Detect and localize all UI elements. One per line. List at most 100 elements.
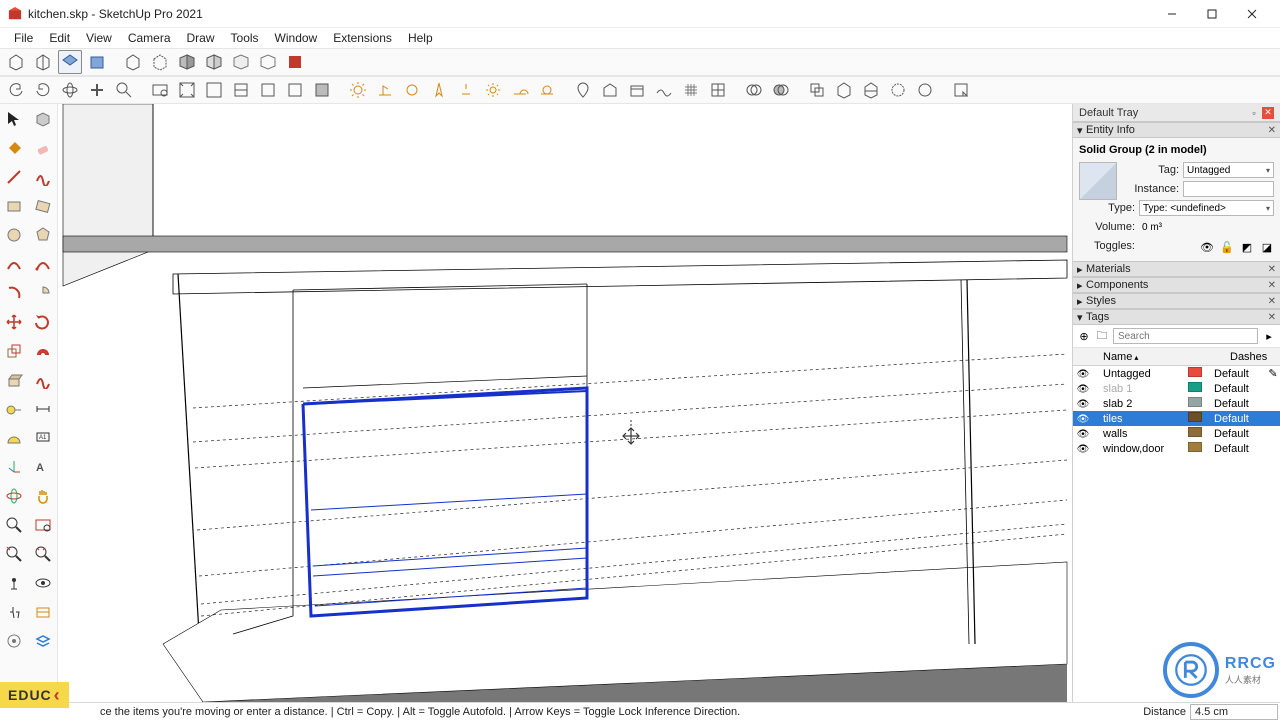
menu-help[interactable]: Help xyxy=(400,29,441,47)
north-icon[interactable] xyxy=(427,78,451,102)
warehouse-icon[interactable] xyxy=(598,78,622,102)
menu-extensions[interactable]: Extensions xyxy=(325,29,400,47)
tag-color-swatch[interactable] xyxy=(1188,382,1212,395)
panel-close-icon[interactable]: ✕ xyxy=(1268,296,1276,307)
tag-dashes[interactable]: Default xyxy=(1212,443,1266,455)
tag-dashes[interactable]: Default xyxy=(1212,383,1266,395)
redo-camera-icon[interactable] xyxy=(31,78,55,102)
minimize-button[interactable] xyxy=(1152,0,1192,28)
panel-components-header[interactable]: ▸Components✕ xyxy=(1073,277,1280,293)
zoom-extents-icon[interactable] xyxy=(175,78,199,102)
sandbox-icon-2[interactable] xyxy=(0,626,29,655)
tag-color-swatch[interactable] xyxy=(1188,412,1212,425)
shaded-icon[interactable] xyxy=(175,50,199,74)
tags-col-dashes[interactable]: Dashes xyxy=(1226,351,1280,363)
menu-draw[interactable]: Draw xyxy=(179,29,223,47)
tag-visibility-icon[interactable] xyxy=(1073,443,1093,455)
sun-icon[interactable] xyxy=(481,78,505,102)
tags-search-input[interactable] xyxy=(1113,328,1258,344)
panel-tags-header[interactable]: ▾Tags✕ xyxy=(1073,309,1280,325)
tag-dashes[interactable]: Default xyxy=(1212,428,1266,440)
tag-name[interactable]: tiles xyxy=(1093,413,1188,425)
tag-name[interactable]: Untagged xyxy=(1093,368,1188,380)
tag-visibility-icon[interactable] xyxy=(1073,398,1093,410)
xray-icon[interactable] xyxy=(256,50,280,74)
tag-row[interactable]: tilesDefault xyxy=(1073,411,1280,426)
tag-name[interactable]: slab 2 xyxy=(1093,398,1188,410)
menu-camera[interactable]: Camera xyxy=(120,29,179,47)
entity-thumbnail[interactable] xyxy=(1079,162,1117,200)
select-icon[interactable] xyxy=(0,104,29,133)
tag-name[interactable]: window,door xyxy=(1093,443,1188,455)
tag-color-swatch[interactable] xyxy=(1188,397,1212,410)
viewport[interactable] xyxy=(58,104,1072,702)
iso2-icon[interactable] xyxy=(31,50,55,74)
tags-col-name[interactable]: Name▴ xyxy=(1093,351,1202,363)
tag-name[interactable]: slab 1 xyxy=(1093,383,1188,395)
wireframe-icon[interactable] xyxy=(121,50,145,74)
sunrise-icon[interactable] xyxy=(508,78,532,102)
section-cut-icon[interactable] xyxy=(283,78,307,102)
polygon-icon[interactable] xyxy=(29,220,58,249)
component-icon[interactable] xyxy=(29,104,58,133)
orbit-icon[interactable] xyxy=(58,78,82,102)
zoom-extents-all-icon[interactable] xyxy=(202,78,226,102)
sunset-icon[interactable] xyxy=(535,78,559,102)
walk-icon[interactable] xyxy=(0,597,29,626)
arc-icon[interactable] xyxy=(0,249,29,278)
tape-measure-icon[interactable] xyxy=(0,394,29,423)
look-around-icon[interactable] xyxy=(29,568,58,597)
sandbox-icon[interactable] xyxy=(652,78,676,102)
section-icon[interactable] xyxy=(229,78,253,102)
solid-split2-icon[interactable] xyxy=(913,78,937,102)
zoom-tool-icon[interactable] xyxy=(0,510,29,539)
orbit-tool-icon[interactable] xyxy=(0,481,29,510)
instance-field[interactable] xyxy=(1183,181,1274,197)
tag-row[interactable]: slab 1 Default xyxy=(1073,381,1280,396)
shadow-settings-icon[interactable] xyxy=(346,78,370,102)
menu-view[interactable]: View xyxy=(78,29,120,47)
pan-tool-icon[interactable] xyxy=(29,481,58,510)
shaded-tex-icon[interactable] xyxy=(202,50,226,74)
pie-icon[interactable] xyxy=(29,278,58,307)
mesh-icon[interactable] xyxy=(679,78,703,102)
front-view-icon[interactable] xyxy=(85,50,109,74)
tag-row[interactable]: slab 2Default xyxy=(1073,396,1280,411)
tag-color-swatch[interactable] xyxy=(1188,427,1212,440)
rotate-icon[interactable] xyxy=(29,307,58,336)
eraser-icon[interactable] xyxy=(29,133,58,162)
previous-icon[interactable] xyxy=(0,539,29,568)
zoom-window-icon[interactable] xyxy=(148,78,172,102)
mono-icon[interactable] xyxy=(229,50,253,74)
sun-path-icon[interactable] xyxy=(400,78,424,102)
scale-icon[interactable] xyxy=(0,336,29,365)
undo-camera-icon[interactable] xyxy=(4,78,28,102)
tag-visibility-icon[interactable] xyxy=(1073,383,1093,395)
toggle-hidden-icon[interactable]: 👁 xyxy=(1200,240,1214,254)
panel-entity-info-header[interactable]: ▾ Entity Info ✕ xyxy=(1073,122,1280,138)
solid-subtract-icon[interactable] xyxy=(832,78,856,102)
distance-input[interactable]: 4.5 cm xyxy=(1190,704,1278,720)
tray-pin-icon[interactable]: ▫ xyxy=(1248,107,1260,119)
hidden-icon[interactable] xyxy=(148,50,172,74)
position-camera-icon[interactable] xyxy=(0,568,29,597)
menu-tools[interactable]: Tools xyxy=(223,29,267,47)
text-icon[interactable]: A1 xyxy=(29,423,58,452)
zoom-ext-tool-icon[interactable] xyxy=(29,539,58,568)
protractor-icon[interactable] xyxy=(0,423,29,452)
close-button[interactable] xyxy=(1232,0,1272,28)
shadow-ground-icon[interactable] xyxy=(373,78,397,102)
tag-visibility-icon[interactable] xyxy=(1073,413,1093,425)
top-view-icon[interactable] xyxy=(58,50,82,74)
menu-edit[interactable]: Edit xyxy=(41,29,78,47)
tag-color-swatch[interactable] xyxy=(1188,367,1212,380)
ext-warehouse-icon[interactable] xyxy=(625,78,649,102)
panel-styles-header[interactable]: ▸Styles✕ xyxy=(1073,293,1280,309)
maximize-button[interactable] xyxy=(1192,0,1232,28)
axes-icon[interactable] xyxy=(0,452,29,481)
circle-icon[interactable] xyxy=(0,220,29,249)
offset-icon[interactable] xyxy=(29,336,58,365)
menu-window[interactable]: Window xyxy=(267,29,326,47)
layers-icon[interactable] xyxy=(29,626,58,655)
move-icon[interactable] xyxy=(0,307,29,336)
